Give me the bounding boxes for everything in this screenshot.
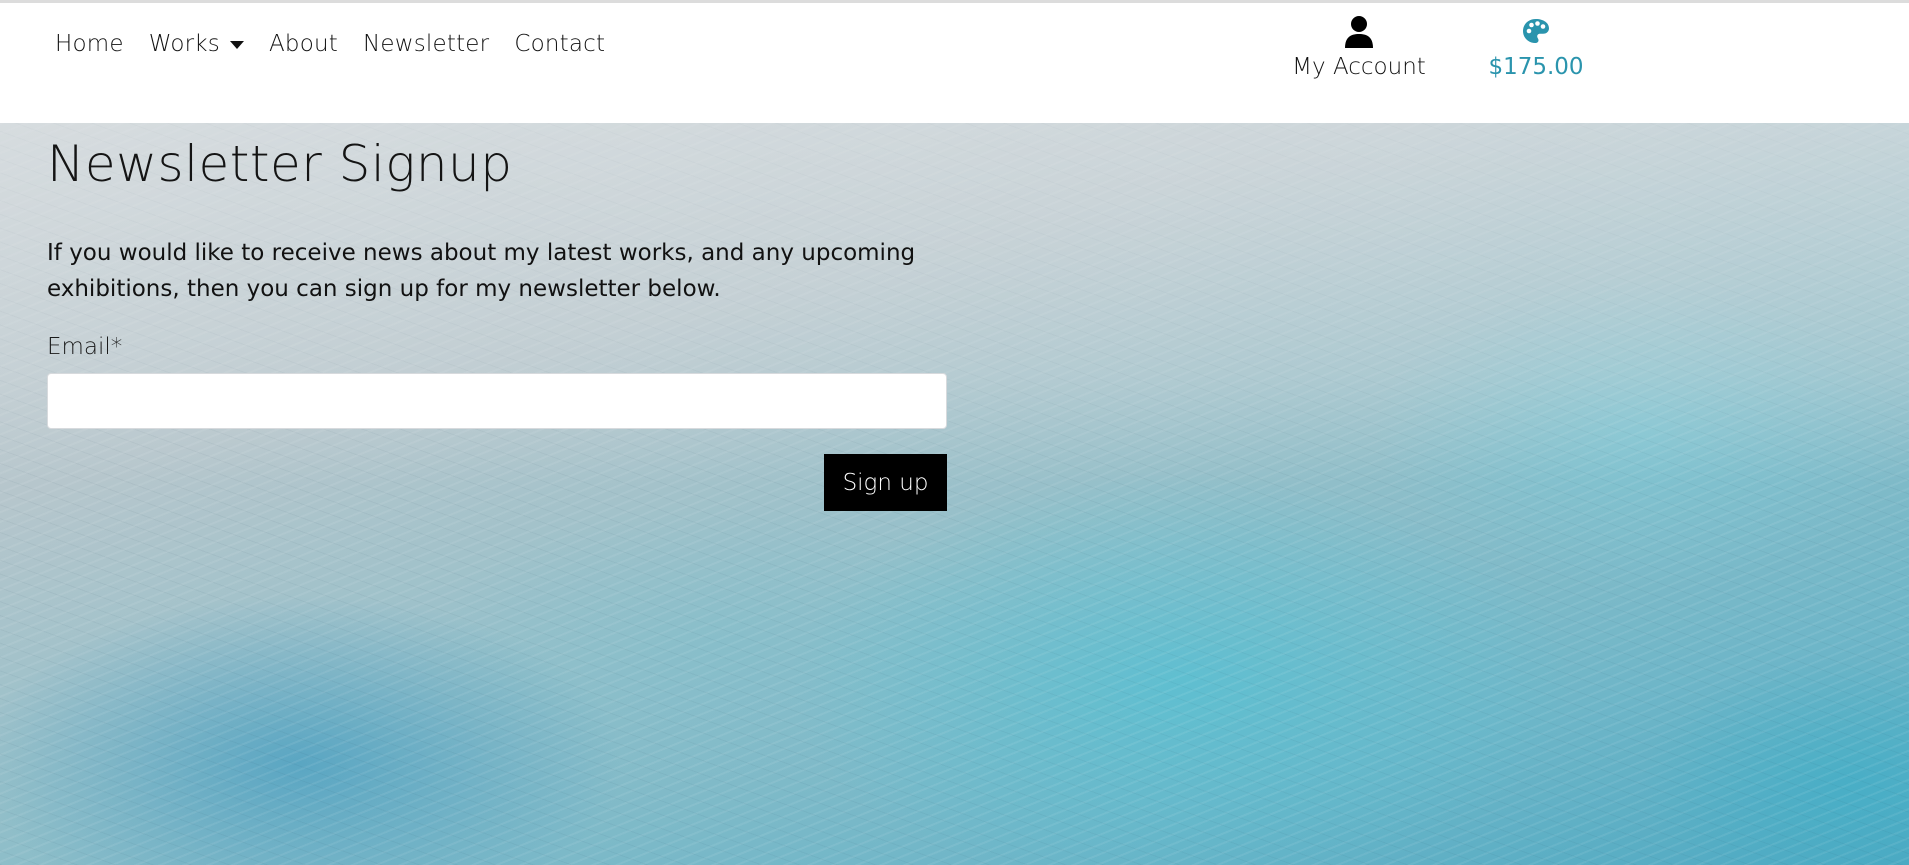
palette-icon xyxy=(1523,19,1549,43)
email-field[interactable] xyxy=(47,373,947,429)
navbar: Home Works About Newsletter Contact My A… xyxy=(0,3,1909,123)
page-title: Newsletter Signup xyxy=(47,135,513,193)
form-actions: Sign up xyxy=(47,454,947,511)
email-label: Email* xyxy=(47,334,123,360)
cart-total: $175.00 xyxy=(1488,54,1584,80)
nav-works-dropdown[interactable]: Works xyxy=(149,31,244,57)
user-icon xyxy=(1345,16,1373,48)
caret-down-icon xyxy=(229,41,244,49)
cart-link[interactable]: $175.00 xyxy=(1480,15,1592,80)
sign-up-button[interactable]: Sign up xyxy=(824,454,947,511)
nav-home-link[interactable]: Home xyxy=(55,31,124,57)
newsletter-form: Email* Sign up xyxy=(47,331,947,511)
nav-newsletter-link[interactable]: Newsletter xyxy=(363,31,489,57)
nav-contact-link[interactable]: Contact xyxy=(514,31,605,57)
nav-works-label: Works xyxy=(148,31,220,57)
my-account-label: My Account xyxy=(1292,54,1426,80)
my-account-link[interactable]: My Account xyxy=(1285,15,1433,80)
intro-text: If you would like to receive news about … xyxy=(47,240,916,302)
newsletter-section: Newsletter Signup If you would like to r… xyxy=(47,133,947,511)
main-nav: Home Works About Newsletter Contact xyxy=(55,31,630,57)
nav-about-link[interactable]: About xyxy=(269,31,338,57)
